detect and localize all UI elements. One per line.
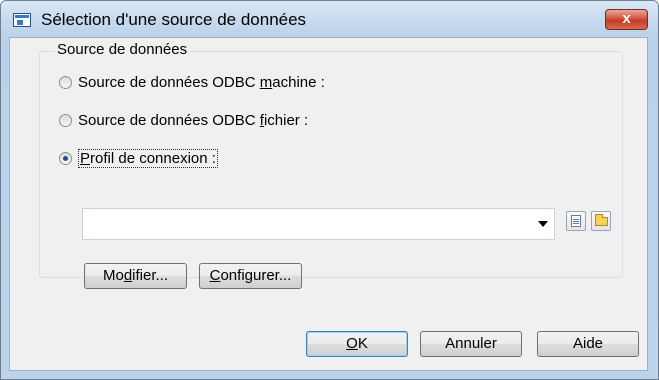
radio-file-dsn[interactable]: Source de données ODBC fichier : <box>59 110 308 130</box>
browse-folder-button[interactable] <box>591 211 611 231</box>
help-button[interactable]: Aide <box>537 331 639 357</box>
configure-button[interactable]: Configurer... <box>199 263 302 289</box>
browse-properties-button[interactable] <box>566 211 586 231</box>
chevron-down-icon[interactable] <box>538 221 548 227</box>
radio-label-machine: Source de données ODBC machine : <box>78 73 325 91</box>
close-icon: x <box>622 10 631 27</box>
close-button[interactable]: x <box>605 9 648 30</box>
ok-button[interactable]: OK <box>306 331 408 357</box>
group-label: Source de données <box>54 41 191 58</box>
radio-button-selected[interactable] <box>59 151 72 165</box>
radio-button[interactable] <box>59 113 72 127</box>
radio-label-profile: Profil de connexion : <box>78 148 218 168</box>
profile-combobox[interactable] <box>82 208 555 240</box>
radio-label-file: Source de données ODBC fichier : <box>78 111 309 129</box>
window-app-icon <box>13 13 31 27</box>
folder-icon <box>595 214 608 226</box>
dialog-window: Sélection d'une source de données x Sour… <box>0 0 659 380</box>
modify-button[interactable]: Modifier... <box>84 263 187 289</box>
window-title: Sélection d'une source de données <box>41 10 307 29</box>
radio-machine-dsn[interactable]: Source de données ODBC machine : <box>59 72 325 92</box>
dialog-client-area: Source de données Source de données ODBC… <box>9 37 648 371</box>
document-icon <box>571 215 581 227</box>
title-bar[interactable]: Sélection d'une source de données x <box>1 1 658 37</box>
radio-connection-profile[interactable]: Profil de connexion : <box>59 148 218 168</box>
radio-button[interactable] <box>59 75 72 89</box>
cancel-button[interactable]: Annuler <box>420 331 522 357</box>
